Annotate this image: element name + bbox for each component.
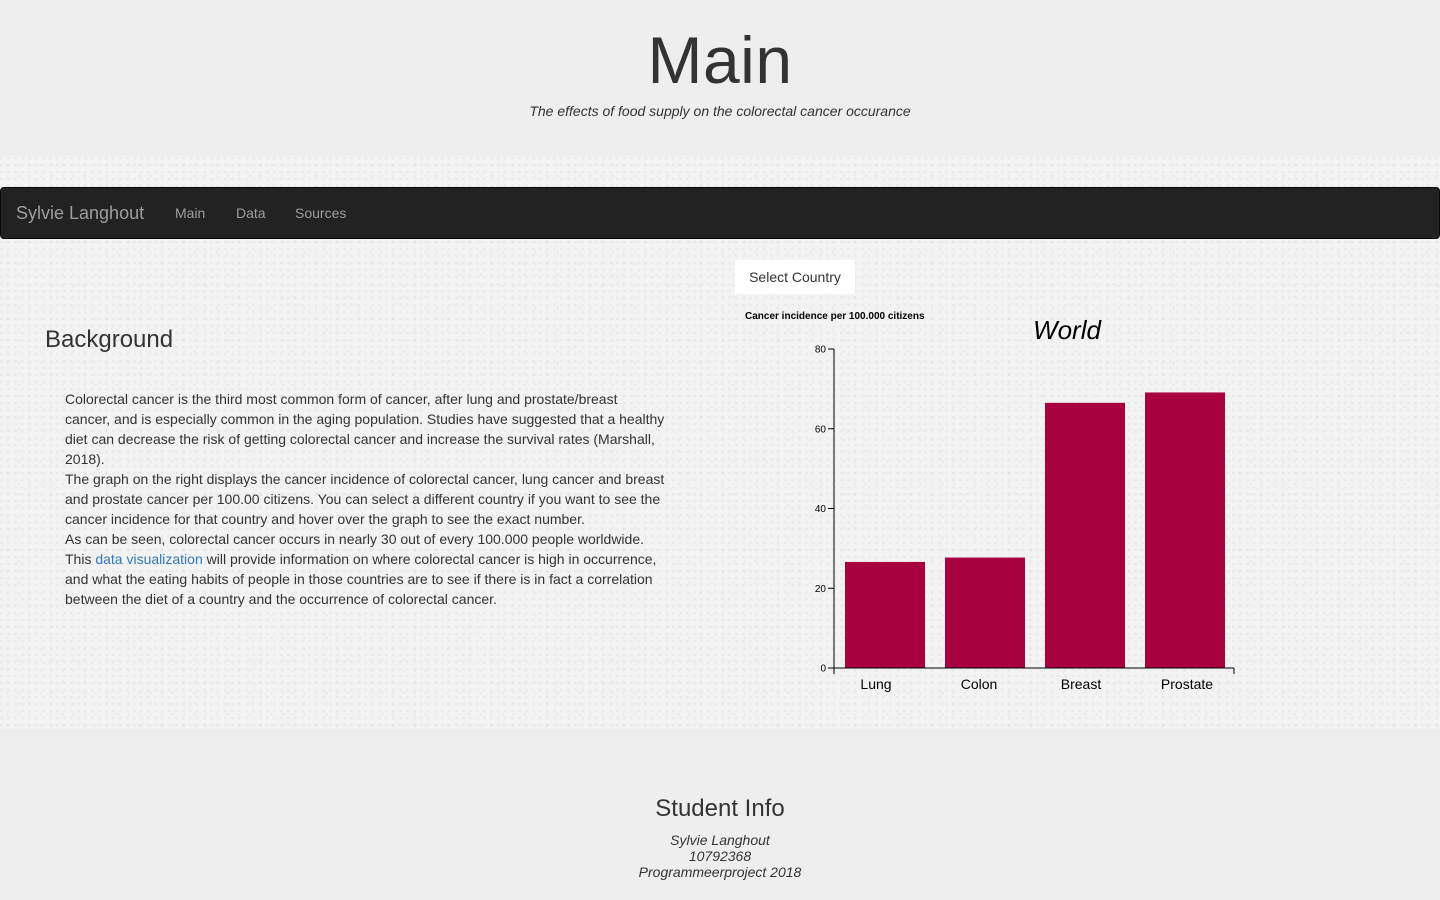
cancer-incidence-chart: Cancer incidence per 100.000 citizens Wo… xyxy=(745,311,1235,692)
bar-breast[interactable] xyxy=(1045,402,1125,668)
background-paragraph: Colorectal cancer is the third most comm… xyxy=(65,391,665,467)
chart-y-axis: 0 20 40 60 80 xyxy=(815,345,835,675)
page-title: Main xyxy=(647,23,793,97)
chart-title: World xyxy=(1033,315,1102,345)
select-country-button[interactable]: Select Country xyxy=(735,260,855,294)
x-tick-label: Colon xyxy=(961,676,998,692)
background-text: Colorectal cancer is the third most comm… xyxy=(65,389,665,609)
navbar-brand[interactable]: Sylvie Langhout xyxy=(16,203,144,224)
nav-item-main[interactable]: Main xyxy=(175,205,205,221)
nav-item-sources[interactable]: Sources xyxy=(295,205,346,221)
background-paragraph: This data visualization will provide inf… xyxy=(65,549,665,609)
navbar: Sylvie Langhout Main Data Sources xyxy=(0,187,1440,239)
paragraph-text: This xyxy=(65,551,96,567)
chart-bars xyxy=(845,392,1225,668)
nav-item-data[interactable]: Data xyxy=(236,205,266,221)
page-subtitle: The effects of food supply on the colore… xyxy=(529,103,911,119)
student-name: Sylvie Langhout xyxy=(670,832,770,848)
chart-x-axis: Lung Colon Breast Prostate xyxy=(833,667,1235,692)
data-visualization-link[interactable]: data visualization xyxy=(95,551,202,567)
page-header: Main The effects of food supply on the c… xyxy=(0,0,1440,156)
y-tick-label: 80 xyxy=(815,345,827,356)
bar-lung[interactable] xyxy=(845,561,925,668)
bar-prostate[interactable] xyxy=(1145,392,1225,668)
student-info-heading: Student Info xyxy=(655,795,785,822)
chart-ylabel: Cancer incidence per 100.000 citizens xyxy=(745,311,925,322)
background-heading: Background xyxy=(45,326,174,353)
y-tick-label: 40 xyxy=(815,504,827,515)
y-tick-label: 60 xyxy=(815,424,827,435)
student-number: 10792368 xyxy=(688,848,752,864)
background-paragraph: As can be seen, colorectal cancer occurs… xyxy=(65,531,645,547)
project-name: Programmeerproject 2018 xyxy=(638,864,802,880)
student-info: Sylvie Langhout 10792368 Programmeerproj… xyxy=(0,832,1440,880)
background-paragraph: The graph on the right displays the canc… xyxy=(65,471,665,527)
footer: Student Info Sylvie Langhout 10792368 Pr… xyxy=(0,729,1440,900)
x-tick-label: Breast xyxy=(1061,676,1102,692)
x-tick-label: Prostate xyxy=(1161,676,1213,692)
y-tick-label: 0 xyxy=(820,664,826,675)
bar-colon[interactable] xyxy=(945,557,1025,668)
y-tick-label: 20 xyxy=(815,584,827,595)
x-tick-label: Lung xyxy=(860,676,891,692)
